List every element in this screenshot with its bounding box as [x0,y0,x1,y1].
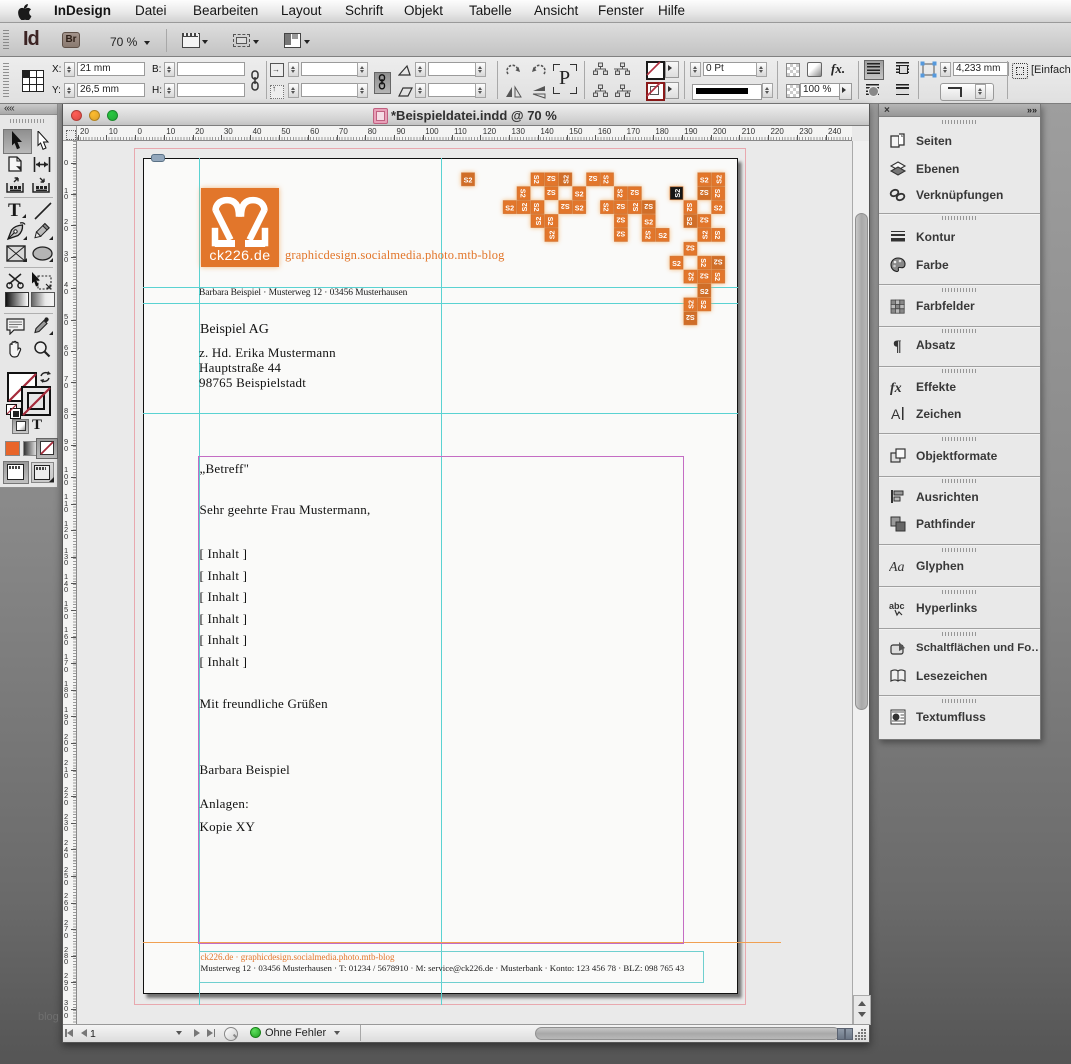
svg-text:S2: S2 [713,189,722,198]
svg-text:S2: S2 [672,259,681,268]
svg-text:S2: S2 [589,174,598,183]
svg-text:S2: S2 [700,216,709,225]
svg-text:S2: S2 [715,175,724,184]
svg-text:S2: S2 [630,188,639,197]
svg-text:S2: S2 [532,175,541,184]
svg-text:S2: S2 [700,287,709,296]
svg-text:Aa: Aa [889,560,905,575]
svg-text:S2: S2 [644,217,653,226]
svg-text:S2: S2 [505,203,514,212]
svg-text:S2: S2 [546,217,555,226]
svg-text:S2: S2 [561,202,570,211]
svg-text:S2: S2 [658,231,667,240]
svg-text:S2: S2 [631,203,640,212]
svg-text:S2: S2 [617,230,626,239]
svg-text:S2: S2 [700,271,709,280]
svg-text:S2: S2 [687,272,696,281]
svg-text:ck226.de: ck226.de [209,248,270,264]
svg-text:S2: S2 [518,189,527,198]
svg-text:S2: S2 [562,175,571,184]
svg-text:S2: S2 [699,300,708,309]
svg-text:S2: S2 [713,231,722,240]
svg-text:S2: S2 [547,174,556,183]
svg-text:S2: S2 [713,272,722,281]
svg-text:S2: S2 [616,189,625,198]
svg-text:S2: S2 [602,175,611,184]
svg-text:S2: S2 [532,203,541,212]
svg-text:S2: S2 [617,216,626,225]
svg-text:S2: S2 [686,244,695,253]
svg-text:S2: S2 [700,188,709,197]
svg-text:S2: S2 [644,202,653,211]
svg-text:S2: S2 [685,217,694,226]
svg-text:S2: S2 [673,189,682,198]
svg-text:A: A [891,406,901,422]
svg-text:S2: S2 [464,176,473,185]
svg-text:S2: S2 [617,202,626,211]
svg-text:S2: S2 [700,176,709,185]
svg-text:S2: S2 [714,203,723,212]
svg-text:S2: S2 [714,257,723,266]
svg-text:S2: S2 [534,217,543,226]
svg-text:S2: S2 [685,203,694,212]
svg-text:S2: S2 [575,190,584,199]
svg-text:abc: abc [889,601,905,611]
svg-text:fx: fx [890,381,902,396]
svg-text:S2: S2 [602,203,611,212]
svg-text:¶: ¶ [893,338,902,354]
svg-text:S2: S2 [548,231,557,240]
svg-text:S2: S2 [687,300,696,309]
svg-text:S2: S2 [575,203,584,212]
svg-text:S2: S2 [643,231,652,240]
svg-text:S2: S2 [547,188,556,197]
svg-text:S2: S2 [701,231,710,240]
svg-text:S2: S2 [699,258,708,267]
svg-text:S2: S2 [520,203,529,212]
svg-text:S2: S2 [686,313,695,322]
